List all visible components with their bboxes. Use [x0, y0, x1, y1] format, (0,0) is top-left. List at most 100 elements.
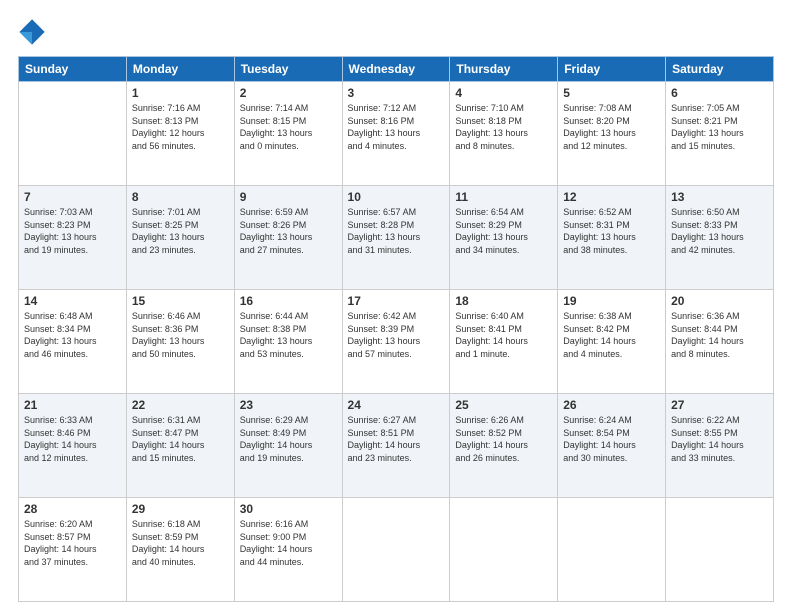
day-number: 2 — [240, 86, 337, 100]
calendar-day-cell — [450, 498, 558, 602]
calendar-day-cell: 3 Sunrise: 7:12 AMSunset: 8:16 PMDaylight… — [342, 82, 450, 186]
calendar-day-cell: 9 Sunrise: 6:59 AMSunset: 8:26 PMDaylight… — [234, 186, 342, 290]
day-info: Sunrise: 6:38 AMSunset: 8:42 PMDaylight:… — [563, 310, 660, 360]
calendar-day-cell: 10 Sunrise: 6:57 AMSunset: 8:28 PMDayligh… — [342, 186, 450, 290]
calendar-day-cell: 28 Sunrise: 6:20 AMSunset: 8:57 PMDayligh… — [19, 498, 127, 602]
calendar-day-cell: 14 Sunrise: 6:48 AMSunset: 8:34 PMDayligh… — [19, 290, 127, 394]
day-info: Sunrise: 6:29 AMSunset: 8:49 PMDaylight:… — [240, 414, 337, 464]
day-info: Sunrise: 6:40 AMSunset: 8:41 PMDaylight:… — [455, 310, 552, 360]
day-number: 13 — [671, 190, 768, 204]
day-info: Sunrise: 6:16 AMSunset: 9:00 PMDaylight:… — [240, 518, 337, 568]
day-info: Sunrise: 6:52 AMSunset: 8:31 PMDaylight:… — [563, 206, 660, 256]
day-info: Sunrise: 6:27 AMSunset: 8:51 PMDaylight:… — [348, 414, 445, 464]
calendar-day-cell: 4 Sunrise: 7:10 AMSunset: 8:18 PMDaylight… — [450, 82, 558, 186]
day-info: Sunrise: 6:44 AMSunset: 8:38 PMDaylight:… — [240, 310, 337, 360]
day-number: 21 — [24, 398, 121, 412]
day-info: Sunrise: 6:26 AMSunset: 8:52 PMDaylight:… — [455, 414, 552, 464]
day-number: 9 — [240, 190, 337, 204]
day-number: 15 — [132, 294, 229, 308]
day-info: Sunrise: 6:57 AMSunset: 8:28 PMDaylight:… — [348, 206, 445, 256]
calendar-week-row: 1 Sunrise: 7:16 AMSunset: 8:13 PMDaylight… — [19, 82, 774, 186]
day-number: 11 — [455, 190, 552, 204]
day-info: Sunrise: 6:24 AMSunset: 8:54 PMDaylight:… — [563, 414, 660, 464]
day-info: Sunrise: 6:48 AMSunset: 8:34 PMDaylight:… — [24, 310, 121, 360]
calendar-day-cell: 5 Sunrise: 7:08 AMSunset: 8:20 PMDaylight… — [558, 82, 666, 186]
day-number: 23 — [240, 398, 337, 412]
calendar-day-cell: 22Sunrise: 6:31 AMSunset: 8:47 PMDayligh… — [126, 394, 234, 498]
day-info: Sunrise: 6:20 AMSunset: 8:57 PMDaylight:… — [24, 518, 121, 568]
day-number: 28 — [24, 502, 121, 516]
day-info: Sunrise: 6:42 AMSunset: 8:39 PMDaylight:… — [348, 310, 445, 360]
calendar-day-cell: 13 Sunrise: 6:50 AMSunset: 8:33 PMDayligh… — [666, 186, 774, 290]
logo — [18, 18, 52, 46]
day-info: Sunrise: 6:54 AMSunset: 8:29 PMDaylight:… — [455, 206, 552, 256]
day-info: Sunrise: 6:46 AMSunset: 8:36 PMDaylight:… — [132, 310, 229, 360]
calendar-day-cell: 30Sunrise: 6:16 AMSunset: 9:00 PMDayligh… — [234, 498, 342, 602]
day-info: Sunrise: 7:14 AMSunset: 8:15 PMDaylight:… — [240, 102, 337, 152]
day-number: 5 — [563, 86, 660, 100]
day-number: 3 — [348, 86, 445, 100]
calendar-day-cell: 12 Sunrise: 6:52 AMSunset: 8:31 PMDayligh… — [558, 186, 666, 290]
calendar-day-cell: 23 Sunrise: 6:29 AMSunset: 8:49 PMDayligh… — [234, 394, 342, 498]
day-info: Sunrise: 7:03 AMSunset: 8:23 PMDaylight:… — [24, 206, 121, 256]
calendar-week-row: 14 Sunrise: 6:48 AMSunset: 8:34 PMDayligh… — [19, 290, 774, 394]
calendar-day-cell: 19 Sunrise: 6:38 AMSunset: 8:42 PMDayligh… — [558, 290, 666, 394]
day-number: 8 — [132, 190, 229, 204]
day-number: 22 — [132, 398, 229, 412]
calendar-table: SundayMondayTuesdayWednesdayThursdayFrid… — [18, 56, 774, 602]
day-info: Sunrise: 6:59 AMSunset: 8:26 PMDaylight:… — [240, 206, 337, 256]
day-number: 16 — [240, 294, 337, 308]
day-info: Sunrise: 6:18 AMSunset: 8:59 PMDaylight:… — [132, 518, 229, 568]
calendar-day-cell — [19, 82, 127, 186]
calendar-day-cell: 8Sunrise: 7:01 AMSunset: 8:25 PMDaylight… — [126, 186, 234, 290]
day-info: Sunrise: 7:08 AMSunset: 8:20 PMDaylight:… — [563, 102, 660, 152]
calendar-day-header: Thursday — [450, 57, 558, 82]
day-number: 4 — [455, 86, 552, 100]
day-info: Sunrise: 7:05 AMSunset: 8:21 PMDaylight:… — [671, 102, 768, 152]
day-number: 26 — [563, 398, 660, 412]
calendar-day-cell: 11 Sunrise: 6:54 AMSunset: 8:29 PMDayligh… — [450, 186, 558, 290]
page: SundayMondayTuesdayWednesdayThursdayFrid… — [0, 0, 792, 612]
day-number: 6 — [671, 86, 768, 100]
calendar-day-cell: 20Sunrise: 6:36 AMSunset: 8:44 PMDayligh… — [666, 290, 774, 394]
calendar-day-cell: 25 Sunrise: 6:26 AMSunset: 8:52 PMDayligh… — [450, 394, 558, 498]
calendar-day-cell: 1 Sunrise: 7:16 AMSunset: 8:13 PMDaylight… — [126, 82, 234, 186]
calendar-week-row: 28 Sunrise: 6:20 AMSunset: 8:57 PMDayligh… — [19, 498, 774, 602]
day-number: 14 — [24, 294, 121, 308]
calendar-day-header: Monday — [126, 57, 234, 82]
calendar-day-cell: 15 Sunrise: 6:46 AMSunset: 8:36 PMDayligh… — [126, 290, 234, 394]
calendar-day-header: Sunday — [19, 57, 127, 82]
calendar-week-row: 21 Sunrise: 6:33 AMSunset: 8:46 PMDayligh… — [19, 394, 774, 498]
day-number: 12 — [563, 190, 660, 204]
day-info: Sunrise: 7:16 AMSunset: 8:13 PMDaylight:… — [132, 102, 229, 152]
day-info: Sunrise: 7:10 AMSunset: 8:18 PMDaylight:… — [455, 102, 552, 152]
calendar-day-cell: 7Sunrise: 7:03 AMSunset: 8:23 PMDaylight… — [19, 186, 127, 290]
calendar-day-cell: 18 Sunrise: 6:40 AMSunset: 8:41 PMDayligh… — [450, 290, 558, 394]
day-number: 25 — [455, 398, 552, 412]
calendar-day-header: Friday — [558, 57, 666, 82]
logo-icon — [18, 18, 46, 46]
day-info: Sunrise: 6:50 AMSunset: 8:33 PMDaylight:… — [671, 206, 768, 256]
day-info: Sunrise: 6:22 AMSunset: 8:55 PMDaylight:… — [671, 414, 768, 464]
calendar-day-cell: 2 Sunrise: 7:14 AMSunset: 8:15 PMDaylight… — [234, 82, 342, 186]
day-number: 18 — [455, 294, 552, 308]
day-number: 1 — [132, 86, 229, 100]
day-info: Sunrise: 7:12 AMSunset: 8:16 PMDaylight:… — [348, 102, 445, 152]
day-number: 24 — [348, 398, 445, 412]
calendar-day-cell — [558, 498, 666, 602]
calendar-day-cell: 6 Sunrise: 7:05 AMSunset: 8:21 PMDaylight… — [666, 82, 774, 186]
day-number: 10 — [348, 190, 445, 204]
day-number: 27 — [671, 398, 768, 412]
calendar-day-cell: 16 Sunrise: 6:44 AMSunset: 8:38 PMDayligh… — [234, 290, 342, 394]
calendar-day-cell: 29Sunrise: 6:18 AMSunset: 8:59 PMDayligh… — [126, 498, 234, 602]
calendar-day-cell: 21 Sunrise: 6:33 AMSunset: 8:46 PMDayligh… — [19, 394, 127, 498]
calendar-week-row: 7Sunrise: 7:03 AMSunset: 8:23 PMDaylight… — [19, 186, 774, 290]
day-number: 17 — [348, 294, 445, 308]
day-info: Sunrise: 6:36 AMSunset: 8:44 PMDaylight:… — [671, 310, 768, 360]
calendar-day-cell — [342, 498, 450, 602]
header — [18, 18, 774, 46]
calendar-day-header: Saturday — [666, 57, 774, 82]
day-info: Sunrise: 6:33 AMSunset: 8:46 PMDaylight:… — [24, 414, 121, 464]
calendar-day-header: Wednesday — [342, 57, 450, 82]
day-number: 19 — [563, 294, 660, 308]
